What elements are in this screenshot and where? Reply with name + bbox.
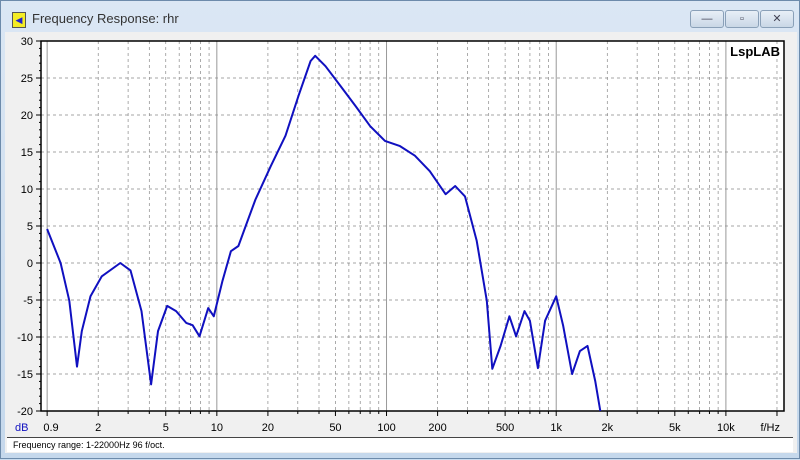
x-tick-label: 1k [550, 422, 562, 434]
window: ◀ Frequency Response: rhr — ▫ ✕ 30 25 20 15… [0, 0, 800, 459]
status-bar: Frequency range: 1-22000Hz 96 f/oct. [7, 437, 793, 452]
y-tick-label: -5 [23, 295, 33, 307]
x-tick-label: 2k [601, 422, 613, 434]
y-tick-label: -10 [17, 332, 33, 344]
x-axis-label: f/Hz [760, 422, 780, 434]
x-tick-label: 5k [669, 422, 681, 434]
x-tick-label: 10k [717, 422, 735, 434]
y-tick-label: 15 [21, 147, 33, 159]
x-tick-label: 5 [163, 422, 169, 434]
y-tick-label: 10 [21, 184, 33, 196]
y-tick-label: 20 [21, 110, 33, 122]
y-tick-label: 5 [27, 221, 33, 233]
x-tick-label: 10 [211, 422, 223, 434]
frequency-response-chart: 302520151050-5-10-15-200.9 2 5 10 20 50 100 200… [15, 36, 785, 434]
x-tick-label: 200 [428, 422, 446, 434]
x-tick-label: 100 [377, 422, 395, 434]
x-tick-label: 20 [262, 422, 274, 434]
x-tick-label: 50 [329, 422, 341, 434]
y-tick-label: -20 [17, 406, 33, 418]
x-tick-label: 0.9 [43, 422, 58, 434]
y-tick-label: 25 [21, 73, 33, 85]
y-axis-label: dB [15, 422, 28, 434]
y-tick-label: 30 [21, 36, 33, 48]
x-tick-label: 2 [95, 422, 101, 434]
watermark: LspLAB [730, 44, 780, 59]
x-tick-label: 500 [496, 422, 514, 434]
y-tick-label: -15 [17, 369, 33, 381]
y-tick-label: 0 [27, 258, 33, 270]
